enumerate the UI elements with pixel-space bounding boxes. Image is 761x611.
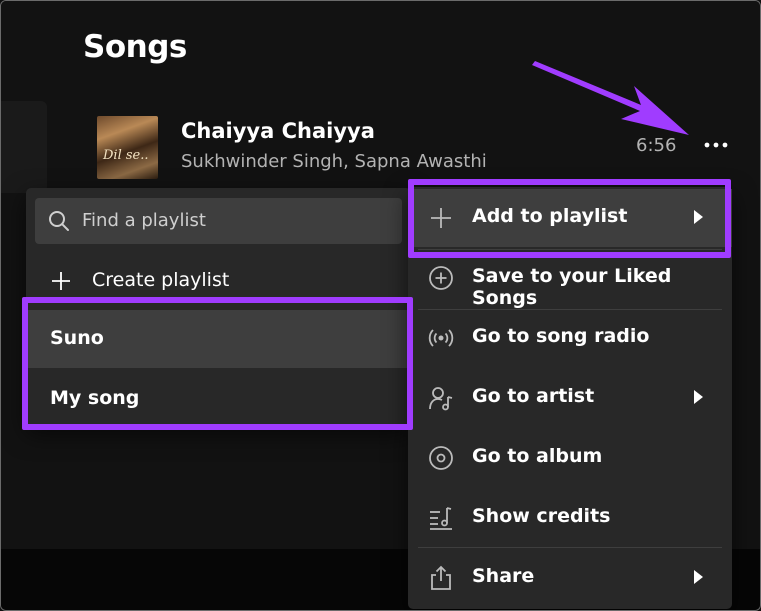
menu-item-save-liked[interactable]: Save to your Liked Songs <box>408 249 732 309</box>
menu-item-label: Go to artist <box>472 385 595 407</box>
menu-item-label: Show credits <box>472 505 611 527</box>
menu-divider <box>418 547 722 548</box>
album-cover-text: Dil se.. <box>103 148 149 163</box>
menu-item-show-credits[interactable]: Show credits <box>408 489 732 547</box>
find-playlist-input[interactable]: Find a playlist <box>35 198 402 244</box>
menu-item-song-radio[interactable]: Go to song radio <box>408 309 732 367</box>
artist-icon <box>429 387 453 411</box>
create-playlist-button[interactable]: Create playlist <box>26 258 411 304</box>
playlist-item-my-song[interactable]: My song <box>26 370 411 428</box>
find-playlist-placeholder: Find a playlist <box>82 210 206 231</box>
plus-icon <box>52 272 70 290</box>
add-circle-icon <box>429 266 453 290</box>
menu-item-go-to-album[interactable]: Go to album <box>408 429 732 487</box>
menu-item-label: Save to your Liked Songs <box>472 265 672 309</box>
playlist-item-label: My song <box>50 387 140 409</box>
menu-item-label: Go to album <box>472 445 603 467</box>
album-icon <box>429 446 453 470</box>
menu-item-label: Share <box>472 565 535 587</box>
share-icon <box>431 565 451 590</box>
radio-icon <box>428 329 454 347</box>
playlist-item-label: Suno <box>50 327 104 349</box>
pointer-arrow-icon <box>532 61 689 135</box>
more-options-button[interactable] <box>700 127 732 163</box>
menu-item-add-to-playlist[interactable]: Add to playlist <box>408 189 732 247</box>
app-window: Songs Dil se.. Chaiyya Chaiyya Sukhwinde… <box>0 0 761 611</box>
menu-item-go-to-artist[interactable]: Go to artist <box>408 369 732 427</box>
playlist-submenu: Find a playlist Create playlist Suno My … <box>26 188 411 426</box>
search-icon <box>49 211 69 231</box>
playlist-item-suno[interactable]: Suno <box>26 310 411 368</box>
song-title[interactable]: Chaiyya Chaiyya <box>181 119 375 143</box>
chevron-right-icon <box>694 210 703 224</box>
menu-item-share[interactable]: Share <box>408 549 732 607</box>
chevron-right-icon <box>694 390 703 404</box>
chevron-right-icon <box>694 570 703 584</box>
song-context-menu: Add to playlist Save to your Liked Songs… <box>408 187 732 609</box>
create-playlist-label: Create playlist <box>92 269 230 291</box>
page-title: Songs <box>83 29 187 65</box>
song-artist[interactable]: Sukhwinder Singh, Sapna Awasthi <box>181 151 487 172</box>
menu-item-label: Add to playlist <box>472 205 628 227</box>
menu-item-label: Go to song radio <box>472 325 650 347</box>
credits-icon <box>430 507 452 530</box>
more-horizontal-icon <box>704 142 728 148</box>
album-cover: Dil se.. <box>97 116 158 179</box>
plus-icon <box>431 208 451 228</box>
side-panel-fragment <box>1 101 47 193</box>
